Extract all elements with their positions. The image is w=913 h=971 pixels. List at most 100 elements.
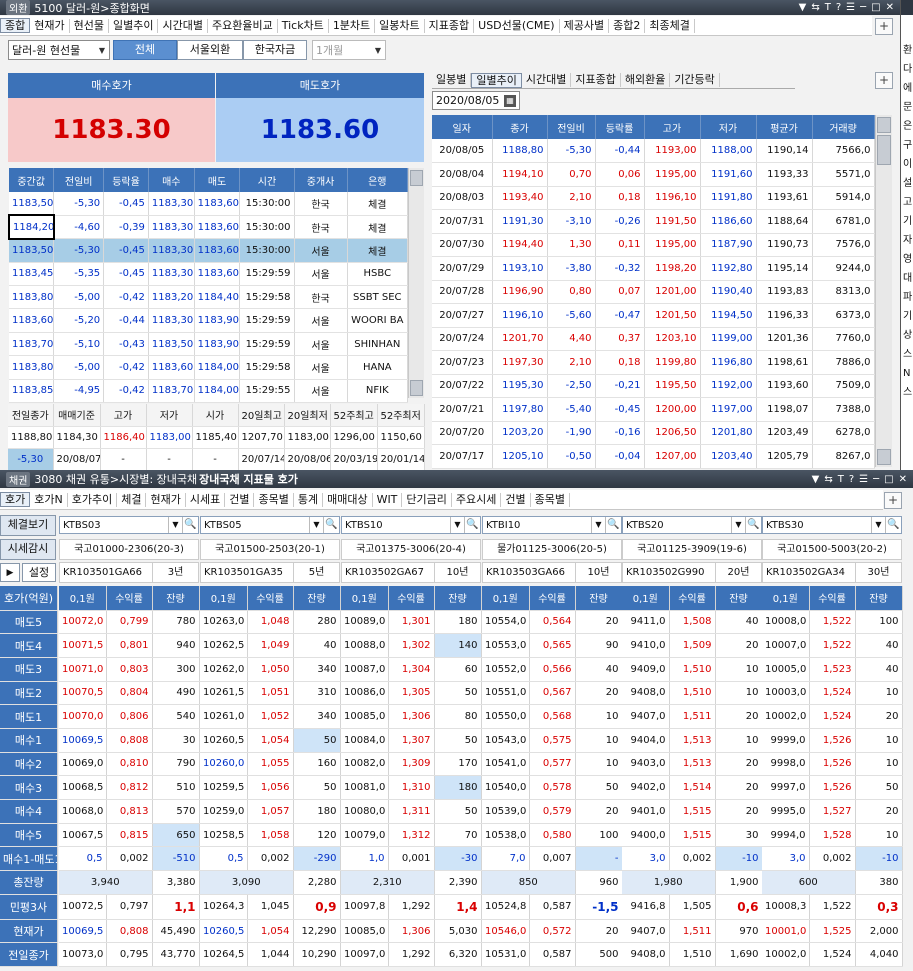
bottom-tab-2[interactable]: 호가추이: [68, 492, 118, 507]
chevron-down-icon[interactable]: ▼: [871, 517, 885, 533]
table-row[interactable]: 10003,0 1,524 10: [762, 681, 903, 706]
bottom-tab-11[interactable]: 단기금리: [402, 492, 452, 507]
table-row[interactable]: 10551,0 0,567 20: [482, 681, 623, 706]
table-row[interactable]: 20/07/31 1191,30 -3,10 -0,26 1191,50 1186,60 1…: [432, 209, 875, 234]
period-select[interactable]: 1개월 ▼: [312, 40, 386, 60]
bond-code-select[interactable]: KTBS30 ▼ 🔍: [762, 516, 902, 534]
table-row[interactable]: 9409,0 1,510 10: [622, 657, 763, 682]
table-row[interactable]: 20/07/24 1201,70 4,40 0,37 1203,10 1199,00 120…: [432, 327, 875, 351]
bottom-tab-3[interactable]: 체결: [117, 492, 147, 507]
tab-2[interactable]: 현선물: [70, 18, 109, 33]
bottom-tab-9[interactable]: 매매대상: [323, 492, 373, 507]
search-icon[interactable]: 🔍: [182, 517, 198, 533]
table-row[interactable]: 10086,0 1,305 50: [341, 681, 482, 706]
table-row[interactable]: 10539,0 0,579 20: [482, 799, 623, 824]
table-row[interactable]: 10069,0 0,810 790: [59, 752, 200, 777]
table-row[interactable]: 10068,0 0,813 570: [59, 799, 200, 824]
table-row[interactable]: 10554,0 0,564 20: [482, 610, 623, 635]
bottom-tab-6[interactable]: 건별: [225, 492, 255, 507]
table-row[interactable]: 10008,0 1,522 100: [762, 610, 903, 635]
chevron-down-icon[interactable]: ▼: [591, 517, 605, 533]
table-row[interactable]: 10071,5 0,801 940: [59, 633, 200, 658]
table-row[interactable]: 10260,0 1,055 160: [200, 752, 341, 777]
table-row[interactable]: 10259,0 1,057 180: [200, 799, 341, 824]
table-row[interactable]: 10089,0 1,301 180: [341, 610, 482, 635]
table-row[interactable]: 10553,0 0,565 90: [482, 633, 623, 658]
table-row[interactable]: 9400,0 1,515 30: [622, 823, 763, 848]
seg-korea-button[interactable]: 한국자금: [243, 40, 307, 60]
tab-8[interactable]: 일봉차트: [375, 18, 425, 33]
tab-13[interactable]: 최종체결: [645, 18, 695, 33]
maximize-icon[interactable]: □: [871, 2, 880, 13]
scroll-down-icon[interactable]: [877, 449, 891, 465]
tab-3[interactable]: 일별추이: [109, 18, 159, 33]
table-row[interactable]: 20/07/23 1197,30 2,10 0,18 1199,80 1196,80 119…: [432, 350, 875, 375]
table-row[interactable]: 10261,0 1,052 340: [200, 704, 341, 729]
table-row[interactable]: 20/07/28 1196,90 0,80 0,07 1201,00 1190,40 119…: [432, 280, 875, 304]
text-icon[interactable]: T: [825, 2, 831, 13]
tick-scrollbar[interactable]: [408, 168, 424, 398]
table-row[interactable]: 20/07/27 1196,10 -5,60 -0,47 1201,50 1194,50 1…: [432, 303, 875, 328]
tab-0[interactable]: 종합: [0, 18, 31, 33]
bottom-tab-1[interactable]: 호가N: [30, 492, 68, 507]
close-icon[interactable]: ✕: [899, 474, 907, 485]
table-row[interactable]: 10070,0 0,806 540: [59, 704, 200, 729]
bottom-tab-10[interactable]: WIT: [373, 492, 403, 507]
text-icon[interactable]: T: [838, 474, 844, 485]
table-row[interactable]: 10552,0 0,566 40: [482, 657, 623, 682]
table-row[interactable]: 10084,0 1,307 50: [341, 728, 482, 753]
table-row[interactable]: 9407,0 1,511 20: [622, 704, 763, 729]
bond-code-select[interactable]: KTBS05 ▼ 🔍: [200, 516, 340, 534]
link-icon[interactable]: ⇆: [824, 474, 832, 485]
date-input[interactable]: 2020/08/05 ▦: [432, 91, 520, 110]
minimize-icon[interactable]: ─: [873, 474, 879, 485]
close-icon[interactable]: ✕: [886, 2, 894, 13]
table-row[interactable]: 10259,5 1,056 50: [200, 775, 341, 800]
table-row[interactable]: 9995,0 1,527 20: [762, 799, 903, 824]
table-row[interactable]: 1183,80 -5,00 -0,42 1183,20 1184,40 15:29:58 한…: [9, 285, 409, 310]
table-row[interactable]: 10068,5 0,812 510: [59, 775, 200, 800]
table-row[interactable]: 10082,0 1,309 170: [341, 752, 482, 777]
bottom-tab-5[interactable]: 시세표: [186, 492, 226, 507]
table-row[interactable]: 10260,5 1,054 50: [200, 728, 341, 753]
table-row[interactable]: 20/07/17 1205,10 -0,50 -0,04 1207,00 1203,40 1…: [432, 444, 875, 469]
table-row[interactable]: 9403,0 1,513 20: [622, 752, 763, 777]
table-row[interactable]: 9408,0 1,510 10: [622, 681, 763, 706]
table-row[interactable]: 1183,60 -5,20 -0,44 1183,30 1183,90 15:29:59 서…: [9, 308, 409, 333]
link-icon[interactable]: ⇆: [811, 2, 819, 13]
bottom-tab-4[interactable]: 현재가: [146, 492, 186, 507]
scroll-thumb[interactable]: [877, 135, 891, 165]
table-row[interactable]: 20/08/04 1194,10 0,70 0,06 1195,00 1191,60 119…: [432, 162, 875, 187]
table-row[interactable]: 10263,0 1,048 280: [200, 610, 341, 635]
table-row[interactable]: 10069,5 0,808 30: [59, 728, 200, 753]
table-row[interactable]: 10081,0 1,310 180: [341, 775, 482, 800]
menu-icon[interactable]: ☰: [859, 474, 868, 485]
table-row[interactable]: 10085,0 1,306 80: [341, 704, 482, 729]
table-row[interactable]: 10072,0 0,799 780: [59, 610, 200, 635]
chevron-down-icon[interactable]: ▼: [309, 517, 323, 533]
tab-1[interactable]: 현재가: [30, 18, 70, 33]
search-icon[interactable]: 🔍: [605, 517, 621, 533]
table-row[interactable]: 10005,0 1,523 40: [762, 657, 903, 682]
scroll-up-icon[interactable]: [877, 117, 891, 133]
table-row[interactable]: 20/07/20 1203,20 -1,90 -0,16 1206,50 1201,80 1…: [432, 421, 875, 445]
table-row[interactable]: 10088,0 1,302 140: [341, 633, 482, 658]
table-row[interactable]: 10258,5 1,058 120: [200, 823, 341, 848]
table-row[interactable]: 9410,0 1,509 20: [622, 633, 763, 658]
table-row[interactable]: 10070,5 0,804 490: [59, 681, 200, 706]
tab-9[interactable]: 지표종합: [425, 18, 475, 33]
help-icon[interactable]: ?: [836, 2, 841, 13]
chevron-down-icon[interactable]: ▼: [450, 517, 464, 533]
daily-scrollbar[interactable]: [875, 115, 892, 467]
bond-code-select[interactable]: KTBI10 ▼ 🔍: [482, 516, 622, 534]
bottom-tab-8[interactable]: 통계: [294, 492, 324, 507]
bottom-tab-7[interactable]: 종목별: [254, 492, 294, 507]
scroll-up-icon[interactable]: [410, 170, 423, 186]
table-row[interactable]: 10087,0 1,304 60: [341, 657, 482, 682]
table-row[interactable]: 10007,0 1,522 40: [762, 633, 903, 658]
menu-icon[interactable]: ☰: [846, 2, 855, 13]
currency-select[interactable]: 달러-원 현선물 ▼: [8, 40, 110, 60]
table-row[interactable]: 10261,5 1,051 310: [200, 681, 341, 706]
tab-4[interactable]: 시간대별: [158, 18, 208, 33]
search-icon[interactable]: 🔍: [464, 517, 480, 533]
